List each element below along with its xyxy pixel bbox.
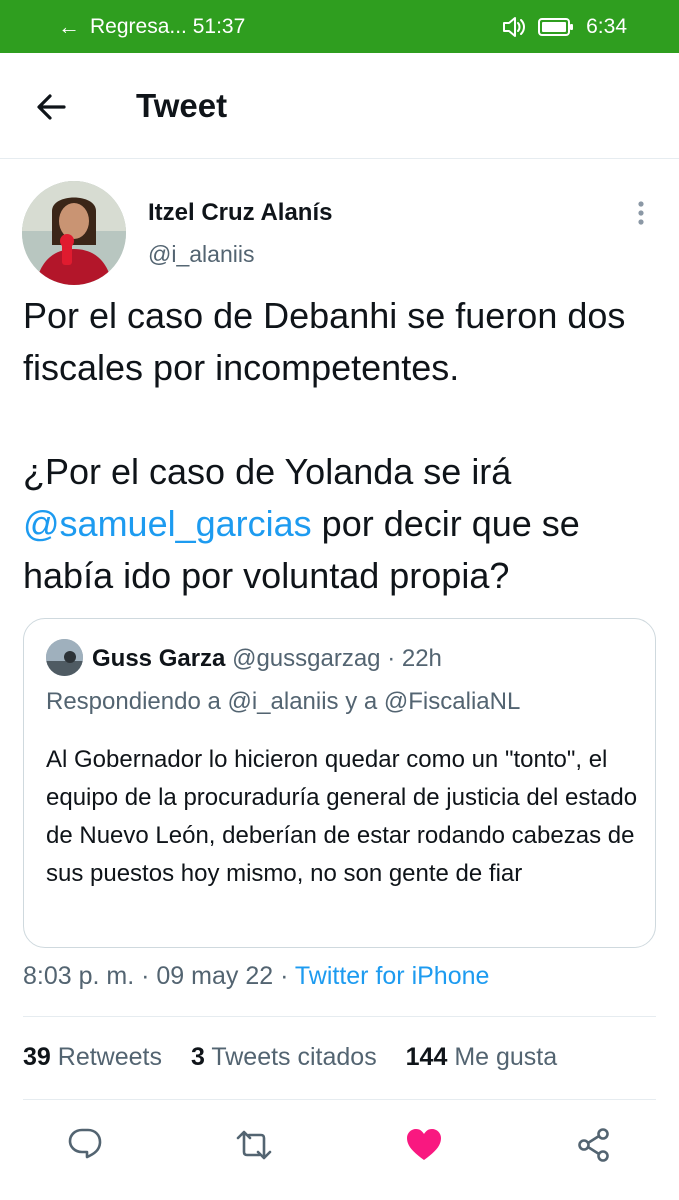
- divider: [23, 1016, 656, 1017]
- like-button[interactable]: [405, 1126, 443, 1164]
- arrow-left-icon: [37, 94, 66, 120]
- likes-stat[interactable]: 144 Me gusta: [406, 1043, 558, 1071]
- divider: [23, 1099, 656, 1100]
- reply-icon: [68, 1128, 102, 1159]
- quoted-header: Guss Garza @gussgarzag · 22h: [92, 645, 442, 673]
- share-icon: [578, 1128, 609, 1162]
- app-header: Tweet: [0, 53, 679, 159]
- mention-link[interactable]: @samuel_garcias: [23, 503, 312, 544]
- more-options-button[interactable]: [630, 198, 652, 228]
- author-handle[interactable]: @i_alaniis: [148, 241, 254, 268]
- more-vertical-icon: [638, 201, 644, 225]
- quoted-author-avatar: [46, 639, 83, 676]
- back-arrow-icon: ←: [58, 13, 80, 39]
- share-button[interactable]: [575, 1126, 613, 1164]
- tweet-source-link[interactable]: Twitter for iPhone: [295, 962, 490, 990]
- retweet-button[interactable]: [235, 1126, 273, 1164]
- quoted-tweet[interactable]: Guss Garza @gussgarzag · 22h Respondiend…: [23, 618, 656, 948]
- reply-button[interactable]: [66, 1126, 104, 1164]
- author-avatar[interactable]: [22, 181, 126, 285]
- tweet-paragraph-2: ¿Por el caso de Yolanda se irá @samuel_g…: [23, 451, 580, 596]
- battery-icon: [538, 17, 574, 36]
- clock: 6:34: [586, 14, 627, 38]
- tweet-paragraph-1: Por el caso de Debanhi se fueron dos fis…: [23, 295, 626, 388]
- retweets-stat[interactable]: 39 Retweets: [23, 1043, 162, 1071]
- tweet-timestamp: 8:03 p. m. · 09 may 22 · Twitter for iPh…: [23, 962, 490, 990]
- back-button[interactable]: [34, 89, 70, 125]
- quoted-replying-to: Respondiendo a @i_alaniis y a @FiscaliaN…: [46, 688, 521, 715]
- quoted-author-meta: @gussgarzag · 22h: [232, 645, 442, 672]
- heart-icon: [407, 1129, 441, 1160]
- status-bar: ← Regresa... 51:37 6:34: [0, 0, 679, 53]
- retweet-icon: [236, 1130, 272, 1160]
- volume-icon: [502, 16, 526, 38]
- page-title: Tweet: [136, 87, 228, 124]
- return-to-call[interactable]: ← Regresa... 51:37: [58, 14, 245, 40]
- quote-tweets-stat[interactable]: 3 Tweets citados: [191, 1043, 377, 1071]
- quoted-text: Al Gobernador lo hicieron quedar como un…: [46, 746, 638, 887]
- tweet-stats: 39 Retweets 3 Tweets citados 144 Me gust…: [23, 1043, 579, 1072]
- author-name[interactable]: Itzel Cruz Alanís: [148, 199, 332, 227]
- tweet-text: Por el caso de Debanhi se fueron dos fis…: [23, 290, 663, 602]
- return-label: Regresa... 51:37: [90, 14, 246, 38]
- quoted-author-name: Guss Garza: [92, 645, 226, 672]
